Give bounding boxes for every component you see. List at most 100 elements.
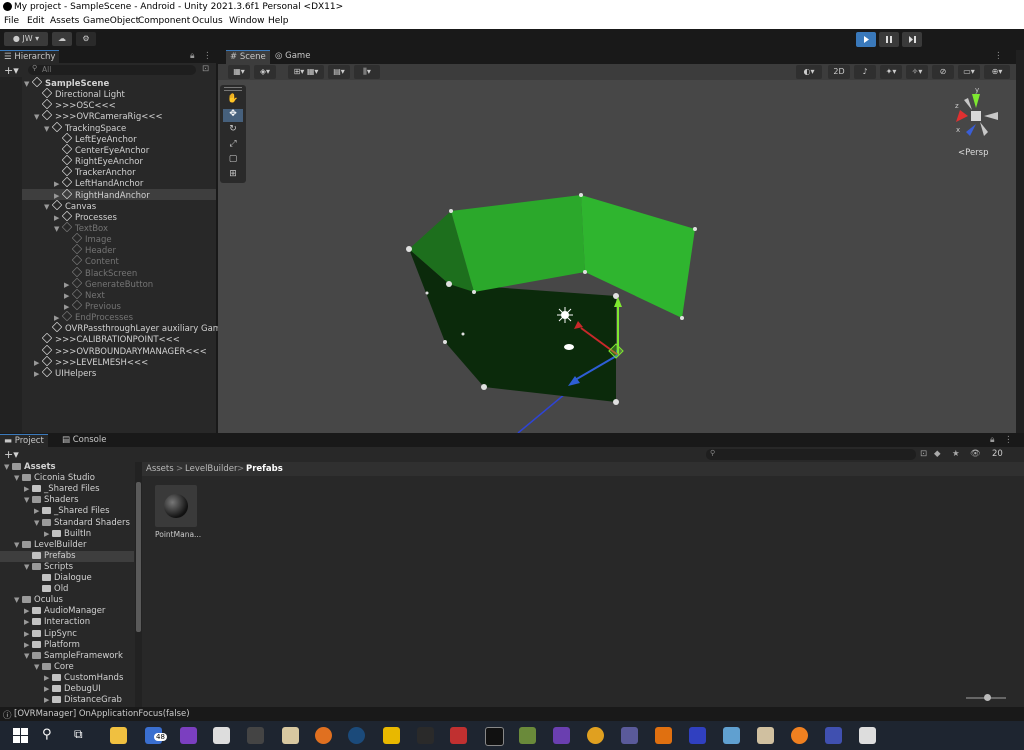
mail-icon[interactable]: 48 [145, 727, 167, 744]
menu-edit[interactable]: Edit [27, 16, 44, 26]
tab-console[interactable]: ▤ Console [58, 434, 110, 447]
favorite-icon[interactable]: ★ [952, 449, 960, 459]
menu-gameobject[interactable]: GameObject [83, 16, 139, 26]
project-search-input[interactable]: ⚲ [706, 449, 916, 460]
folder-arrow-icon[interactable]: ▼ [4, 462, 12, 473]
folder-arrow-icon[interactable]: ▶ [24, 640, 32, 651]
transform-tool-icon[interactable]: ⊞ [223, 169, 243, 182]
project-folder-item[interactable]: ▼ Ciconia Studio [0, 473, 134, 484]
hierarchy-item[interactable]: ▼ SampleScene [0, 76, 216, 89]
pivot-button[interactable]: ⊞▾ ▦▾ [288, 65, 324, 79]
hierarchy-item[interactable]: ▼ >>>OVRCameraRig<<< [0, 110, 216, 122]
hierarchy-item[interactable]: ▶ >>>LEVELMESH<<< [0, 355, 216, 368]
folder-arrow-icon[interactable]: ▶ [44, 684, 52, 695]
scrollbar-thumb[interactable] [136, 482, 141, 632]
folder-arrow-icon[interactable]: ▼ [24, 495, 32, 506]
hierarchy-item[interactable]: >>>OVRBOUNDARYMANAGER<<< [0, 344, 216, 357]
project-folder-item[interactable]: Old [0, 584, 134, 595]
search-filter-icon[interactable]: ⊡ [202, 64, 209, 74]
unity-hub-icon[interactable] [213, 727, 230, 744]
rockstar-icon[interactable] [383, 727, 400, 744]
project-folder-item[interactable]: ▼ Oculus [0, 595, 134, 606]
teams-icon[interactable] [825, 727, 842, 744]
project-folder-item[interactable]: ▼ SampleFramework [0, 651, 134, 662]
folder-arrow-icon[interactable]: ▶ [44, 529, 52, 540]
cloud-icon[interactable]: ☁ [52, 32, 72, 46]
folder-arrow-icon[interactable]: ▶ [44, 695, 52, 706]
project-folder-item[interactable]: ▶ _Shared Files [0, 506, 134, 517]
hierarchy-item[interactable]: RightEyeAnchor [0, 154, 216, 167]
epic-games-icon[interactable] [417, 727, 434, 744]
scene-view[interactable]: ✋ ✥ ↻ ⤢ ▢ ⊞ y z x <Persp [218, 80, 1016, 433]
project-folder-item[interactable]: ▼ Assets [0, 462, 134, 473]
windows-start-icon[interactable] [12, 727, 29, 744]
hierarchy-item[interactable]: ▶ LeftHandAnchor [0, 177, 216, 189]
hierarchy-item[interactable]: ▶ EndProcesses [0, 310, 216, 323]
hierarchy-item[interactable]: >>>OSC<<< [0, 98, 216, 111]
hierarchy-search-input[interactable]: ⚲ All [28, 64, 196, 75]
project-folder-item[interactable]: ▼ LevelBuilder [0, 540, 134, 551]
audio-toggle-icon[interactable]: ♪ [854, 65, 876, 79]
project-folder-item[interactable]: ▼ Shaders [0, 495, 134, 506]
asset-label[interactable]: PointMana... [155, 530, 201, 539]
hierarchy-item[interactable]: CenterEyeAnchor [0, 143, 216, 156]
rotate-tool-icon[interactable]: ↻ [223, 124, 243, 137]
hand-tool-icon[interactable]: ✋ [223, 94, 243, 107]
project-add-button[interactable]: +▾ [4, 448, 19, 461]
search-taskbar-icon[interactable]: ⚲ [42, 727, 59, 744]
oculus-app-icon[interactable] [689, 727, 706, 744]
folder-arrow-icon[interactable]: ▼ [34, 518, 42, 529]
hierarchy-item[interactable]: ▶ UIHelpers [0, 366, 216, 380]
effects2-button[interactable]: ✧▾ [906, 65, 928, 79]
visual-studio-icon[interactable] [553, 727, 570, 744]
projection-label[interactable]: <Persp [958, 148, 989, 158]
folder-arrow-icon[interactable]: ▼ [34, 662, 42, 673]
folder-arrow-icon[interactable]: ▼ [14, 595, 22, 606]
hierarchy-item[interactable]: ▶ Next [0, 288, 216, 301]
folder-arrow-icon[interactable]: ▶ [24, 606, 32, 617]
folder-arrow-icon[interactable]: ▶ [24, 629, 32, 640]
menu-oculus[interactable]: Oculus [192, 16, 223, 26]
scene-kebab-icon[interactable]: ⋮ [994, 51, 1003, 61]
menu-help[interactable]: Help [268, 16, 289, 26]
hierarchy-item[interactable]: ▶ Processes [0, 210, 216, 223]
kebab-menu-icon[interactable]: ⋮ [203, 51, 212, 61]
hierarchy-item[interactable]: TrackerAnchor [0, 165, 216, 178]
project-folder-item[interactable]: ▶ BuiltIn [0, 529, 134, 540]
hierarchy-item[interactable]: BlackScreen [0, 266, 216, 279]
task-view-icon[interactable]: ⧉ [74, 727, 91, 744]
app-green-icon[interactable] [519, 727, 536, 744]
folder-arrow-icon[interactable]: ▼ [24, 562, 32, 573]
camera-button[interactable]: ▭▾ [958, 65, 980, 79]
project-folder-item[interactable]: ▶ DebugUI [0, 684, 134, 695]
collapse-arrow-icon[interactable]: ▶ [34, 369, 42, 380]
zoom-slider[interactable] [966, 694, 1006, 701]
tab-project[interactable]: ▬ Project [0, 434, 48, 448]
app-orange-icon[interactable] [587, 727, 604, 744]
hierarchy-item[interactable]: >>>CALIBRATIONPOINT<<< [0, 333, 216, 345]
project-folder-item[interactable]: Prefabs [0, 550, 134, 562]
hidden-packages-icon[interactable]: 👁︎ [970, 449, 981, 459]
step-button[interactable] [902, 32, 922, 47]
visibility-toggle-icon[interactable]: ⊘ [932, 65, 954, 79]
hierarchy-item[interactable]: LeftEyeAnchor [0, 132, 216, 145]
ethereum-icon[interactable] [621, 727, 638, 744]
orientation-gizmo[interactable]: y z x [946, 86, 1006, 146]
hierarchy-item[interactable]: ▶ GenerateButton [0, 277, 216, 290]
file-explorer-icon[interactable] [110, 727, 127, 744]
menu-component[interactable]: Component [138, 16, 190, 26]
scale-tool-icon[interactable]: ⤢ [223, 139, 243, 152]
folder-arrow-icon[interactable]: ▼ [14, 540, 22, 551]
folder-arrow-icon[interactable]: ▶ [24, 617, 32, 628]
project-folder-item[interactable]: ▶ CustomHands [0, 673, 134, 684]
tab-hierarchy[interactable]: ☰ Hierarchy [0, 50, 60, 64]
toggle-2d-button[interactable]: 2D [828, 65, 850, 79]
hierarchy-item[interactable]: Content [0, 255, 216, 267]
search-by-label-icon[interactable]: ◆ [934, 449, 941, 459]
zoom-slider-thumb[interactable] [984, 694, 991, 701]
drag-handle-icon[interactable] [224, 87, 242, 91]
project-folder-item[interactable]: ▼ Core [0, 662, 134, 673]
app-purple-icon[interactable] [180, 727, 197, 744]
increment-snap-button[interactable]: ⫼▾ [354, 65, 380, 79]
menu-window[interactable]: Window [229, 16, 265, 26]
